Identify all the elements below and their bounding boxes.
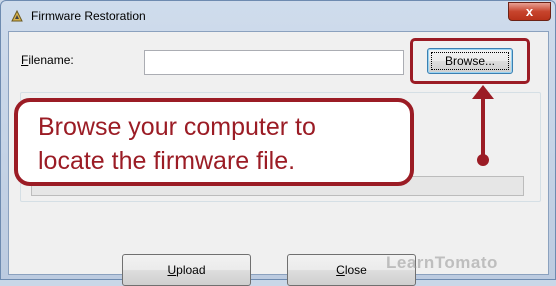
focus-rectangle bbox=[431, 52, 509, 70]
close-label-accelerator: C bbox=[336, 263, 345, 277]
upload-label-text: pload bbox=[176, 263, 206, 277]
filename-label: Filename: bbox=[21, 53, 74, 67]
watermark: LearnTomato bbox=[386, 253, 498, 272]
upload-button[interactable]: Upload bbox=[122, 254, 251, 286]
annotation-callout: Browse your computer to locate the firmw… bbox=[14, 98, 414, 186]
close-label-text: lose bbox=[344, 263, 367, 277]
arrow-up-icon bbox=[472, 85, 494, 166]
firmware-restoration-window: Firmware Restoration x Filename: Browse.… bbox=[0, 0, 556, 286]
upload-label-accelerator: U bbox=[167, 263, 177, 277]
window-title: Firmware Restoration bbox=[31, 9, 146, 23]
close-icon: x bbox=[525, 4, 534, 19]
title-bar[interactable]: Firmware Restoration x bbox=[1, 1, 555, 31]
annotation-line-1: Browse your computer to bbox=[38, 113, 316, 141]
firmware-app-icon bbox=[11, 9, 23, 22]
filename-label-text: ilename: bbox=[28, 53, 74, 67]
window-close-button[interactable]: x bbox=[508, 2, 551, 21]
annotation-line-2: locate the firmware file. bbox=[38, 147, 296, 175]
browse-button[interactable]: Browse... bbox=[427, 48, 513, 74]
filename-input[interactable] bbox=[144, 50, 404, 75]
